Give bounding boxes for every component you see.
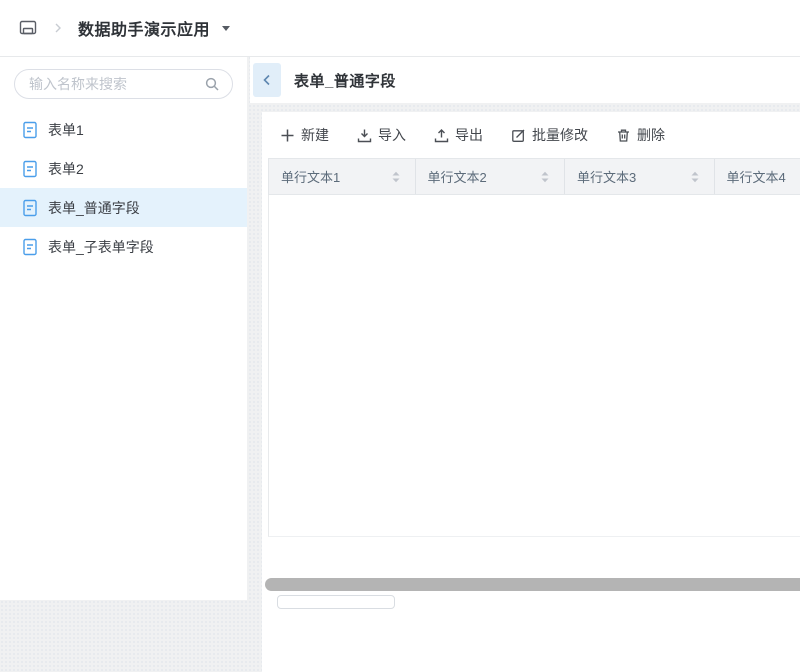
document-icon (22, 121, 38, 139)
document-icon (22, 160, 38, 178)
column-label: 单行文本2 (428, 167, 487, 186)
import-button-label: 导入 (378, 125, 406, 145)
edit-square-icon (511, 128, 526, 143)
search-input[interactable] (27, 75, 198, 93)
sort-icon[interactable] (391, 170, 401, 184)
chevron-left-icon (260, 73, 274, 87)
export-button-label: 导出 (455, 125, 483, 145)
sidebar: 表单1 表单2 表单_普通字段 (0, 57, 247, 600)
export-button[interactable]: 导出 (434, 125, 483, 145)
new-button-label: 新建 (301, 125, 329, 145)
back-button[interactable] (253, 63, 281, 97)
column-header-text1[interactable]: 单行文本1 (269, 159, 416, 194)
trash-icon (616, 128, 631, 143)
search-icon[interactable] (204, 76, 220, 92)
column-label: 单行文本3 (577, 167, 636, 186)
sort-icon[interactable] (690, 170, 700, 184)
horizontal-scrollbar[interactable] (265, 578, 800, 591)
column-label: 单行文本1 (281, 167, 340, 186)
batch-edit-button-label: 批量修改 (532, 125, 588, 145)
sidebar-item-form-subform-fields[interactable]: 表单_子表单字段 (0, 227, 247, 266)
import-icon (357, 128, 372, 143)
sidebar-item-label: 表单_普通字段 (48, 198, 140, 218)
sidebar-item-form2[interactable]: 表单2 (0, 149, 247, 188)
table-body-empty (268, 195, 800, 537)
column-header-text4[interactable]: 单行文本4 (715, 159, 800, 194)
app-title[interactable]: 数据助手演示应用 (78, 16, 210, 40)
sidebar-item-label: 表单2 (48, 159, 84, 179)
document-icon (22, 199, 38, 217)
delete-button[interactable]: 删除 (616, 125, 665, 145)
data-table: 单行文本1 单行文本2 单行文本3 (268, 158, 800, 537)
content-card: 新建 导入 导出 批量修 (262, 112, 800, 672)
monitor-icon[interactable] (18, 18, 38, 38)
document-icon (22, 238, 38, 256)
pagination-control-cutoff[interactable] (277, 595, 395, 609)
caret-down-icon[interactable] (220, 22, 232, 34)
page-header: 表单_普通字段 (250, 57, 800, 103)
toolbar: 新建 导入 导出 批量修 (262, 112, 800, 158)
top-bar: 数据助手演示应用 (0, 0, 800, 57)
form-list: 表单1 表单2 表单_普通字段 (0, 110, 247, 266)
column-header-text3[interactable]: 单行文本3 (565, 159, 715, 194)
sidebar-item-label: 表单_子表单字段 (48, 237, 154, 257)
import-button[interactable]: 导入 (357, 125, 406, 145)
chevron-right-icon (52, 22, 64, 34)
sidebar-item-form1[interactable]: 表单1 (0, 110, 247, 149)
column-header-text2[interactable]: 单行文本2 (416, 159, 566, 194)
delete-button-label: 删除 (637, 125, 665, 145)
page-title: 表单_普通字段 (294, 70, 396, 91)
search-box (14, 69, 233, 99)
batch-edit-button[interactable]: 批量修改 (511, 125, 588, 145)
table-header-row: 单行文本1 单行文本2 单行文本3 (268, 158, 800, 195)
plus-icon (280, 128, 295, 143)
sort-icon[interactable] (540, 170, 550, 184)
new-button[interactable]: 新建 (280, 125, 329, 145)
column-label: 单行文本4 (727, 167, 786, 186)
sidebar-item-form-normal-fields[interactable]: 表单_普通字段 (0, 188, 247, 227)
sidebar-item-label: 表单1 (48, 120, 84, 140)
export-icon (434, 128, 449, 143)
